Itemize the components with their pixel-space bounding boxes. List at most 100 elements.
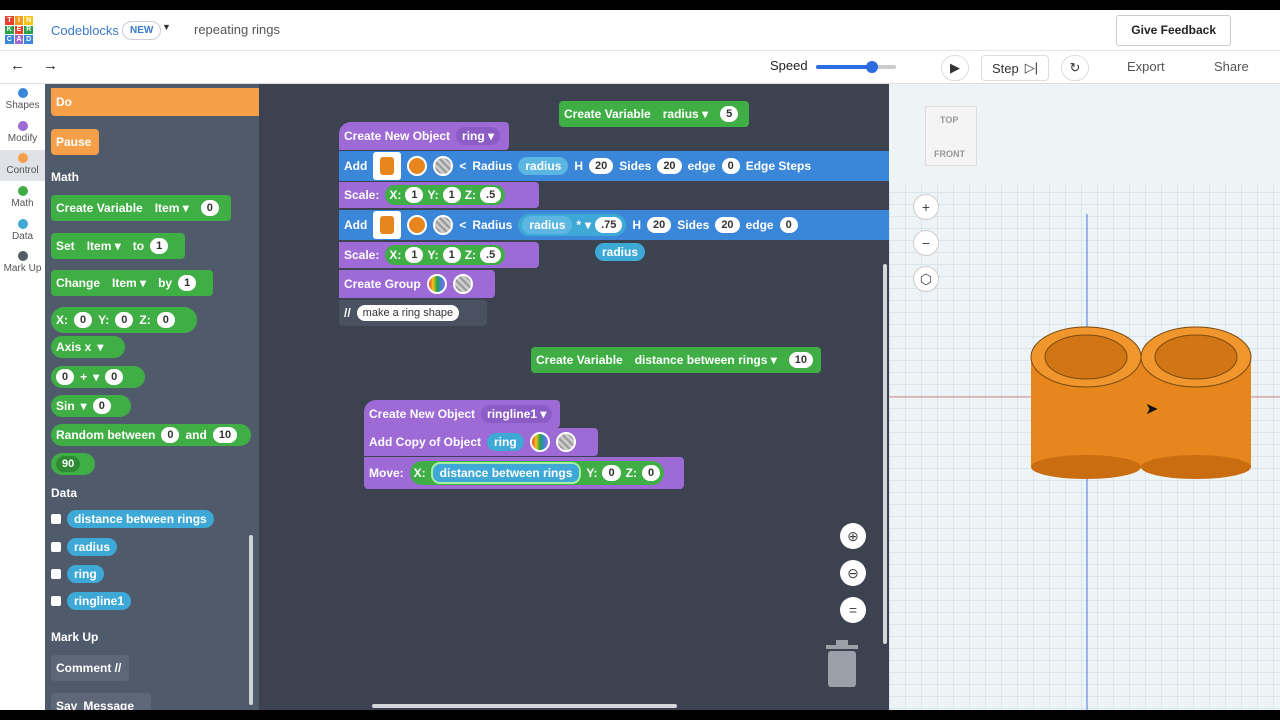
create-variable-distance-block[interactable]: Create Variable distance between rings ▾… <box>531 347 821 373</box>
multicolor-swatch[interactable] <box>426 274 447 294</box>
variable-dropdown[interactable]: Item ▾ <box>81 237 127 255</box>
data-var-row[interactable]: distance between rings <box>51 510 214 528</box>
create-group-block[interactable]: Create Group <box>339 270 495 298</box>
comment-block[interactable]: // make a ring shape <box>339 300 487 326</box>
cylinder-shape-icon[interactable] <box>373 211 402 239</box>
value-input[interactable]: 5 <box>720 106 739 122</box>
data-variable-pill[interactable]: radius <box>67 538 118 556</box>
category-shapes[interactable]: Shapes <box>0 88 45 111</box>
color-swatch-orange[interactable] <box>407 215 428 235</box>
variable-dropdown[interactable]: distance between rings ▾ <box>629 351 783 369</box>
palette-create-variable-block[interactable]: Create Variable Item ▾ 0 <box>51 195 231 221</box>
palette-scrollbar[interactable] <box>249 535 253 705</box>
pause-block[interactable]: Pause <box>51 129 99 155</box>
multiply-operator-block[interactable]: radius * ▾ .75 <box>518 214 627 236</box>
speed-slider[interactable] <box>816 61 896 73</box>
data-var-row[interactable]: ringline1 <box>51 592 132 610</box>
variable-dropdown[interactable]: Item ▾ <box>149 199 195 217</box>
palette-comment-block[interactable]: Comment // <box>51 655 129 681</box>
redo-icon[interactable]: → <box>43 57 58 74</box>
data-variable-pill[interactable]: ring <box>67 565 104 583</box>
variable-dropdown[interactable]: Item ▾ <box>106 274 152 292</box>
palette-operator-block[interactable]: 0 + ▾ 0 <box>51 366 145 388</box>
color-swatch-orange[interactable] <box>407 156 428 176</box>
category-markup[interactable]: Mark Up <box>0 251 45 274</box>
view-zoom-out-button[interactable]: − <box>913 230 939 256</box>
palette-number-block[interactable]: 90 <box>51 453 95 475</box>
category-data[interactable]: Data <box>0 219 45 242</box>
checkbox[interactable] <box>51 569 61 579</box>
ring-models[interactable] <box>1027 319 1259 479</box>
hole-swatch[interactable] <box>452 274 473 294</box>
zoom-out-button[interactable]: ⊖ <box>840 560 866 586</box>
checkbox[interactable] <box>51 596 61 606</box>
multicolor-swatch[interactable] <box>529 432 550 452</box>
chevron-left-icon[interactable]: < <box>459 159 466 173</box>
create-variable-radius-block[interactable]: Create Variable radius ▾ 5 <box>559 101 749 127</box>
data-var-row[interactable]: ring <box>51 565 104 583</box>
play-button[interactable]: ▶ <box>941 55 969 81</box>
code-workspace[interactable]: Create Variable radius ▾ 5 Create New Ob… <box>259 84 889 710</box>
hole-swatch[interactable] <box>433 156 454 176</box>
category-modify[interactable]: Modify <box>0 121 45 144</box>
data-var-row[interactable]: radius <box>51 538 118 556</box>
scale-block-1[interactable]: Scale: X: 1 Y: 1 Z: .5 <box>339 182 539 208</box>
speed-slider-handle[interactable] <box>866 61 878 73</box>
value-input[interactable]: 1 <box>178 275 197 291</box>
chevron-down-icon[interactable]: ▼ <box>162 22 171 32</box>
do-block[interactable]: Do <box>51 88 259 116</box>
project-title[interactable]: repeating rings <box>194 22 280 37</box>
zoom-reset-button[interactable]: = <box>840 597 866 623</box>
reset-button[interactable]: ↻ <box>1061 55 1089 81</box>
radius-variable-pill[interactable]: radius <box>518 157 569 175</box>
share-button[interactable]: Share <box>1214 59 1249 74</box>
palette-change-block[interactable]: Change Item ▾ by 1 <box>51 270 213 296</box>
checkbox[interactable] <box>51 542 61 552</box>
ring-variable-pill[interactable]: ring <box>487 433 524 451</box>
value-input[interactable]: 1 <box>150 238 169 254</box>
export-button[interactable]: Export <box>1127 59 1165 74</box>
palette-say-block[interactable]: Say Message <box>51 693 151 710</box>
variable-dropdown[interactable]: radius ▾ <box>657 105 714 123</box>
palette-random-block[interactable]: Random between 0 and 10 <box>51 424 251 446</box>
chevron-down-icon[interactable]: ▾ <box>97 340 103 354</box>
scale-block-2[interactable]: Scale: X: 1 Y: 1 Z: .5 <box>339 242 539 268</box>
view-zoom-in-button[interactable]: + <box>913 194 939 220</box>
add-cylinder-block-2[interactable]: Add < Radius radius * ▾ .75 H 20 Sides 20 e… <box>339 210 889 240</box>
object-dropdown[interactable]: ringline1 ▾ <box>481 405 553 423</box>
data-variable-pill[interactable]: distance between rings <box>67 510 214 528</box>
app-name[interactable]: Codeblocks <box>51 23 119 38</box>
add-copy-block[interactable]: Add Copy of Object ring <box>364 428 598 456</box>
zoom-in-button[interactable]: ⊕ <box>840 523 866 549</box>
checkbox[interactable] <box>51 514 61 524</box>
move-block[interactable]: Move: X: distance between rings Y: 0 Z: 0 <box>364 457 684 489</box>
palette-sin-block[interactable]: Sin ▾ 0 <box>51 395 131 417</box>
category-control[interactable]: Control <box>0 150 45 181</box>
comment-input[interactable]: make a ring shape <box>356 305 460 321</box>
floating-radius-pill[interactable]: radius <box>595 243 646 261</box>
tinkercad-logo[interactable]: TIN KER CAD <box>5 16 33 44</box>
palette-axis-block[interactable]: Axis x ▾ <box>51 336 125 358</box>
workspace-vertical-scrollbar[interactable] <box>883 264 887 644</box>
object-dropdown[interactable]: ring ▾ <box>456 127 501 145</box>
palette-set-block[interactable]: Set Item ▾ to 1 <box>51 233 185 259</box>
value-input[interactable]: 0 <box>200 200 219 216</box>
data-variable-pill[interactable]: ringline1 <box>67 592 132 610</box>
chevron-left-icon[interactable]: < <box>459 218 466 232</box>
create-object-ringline-block[interactable]: Create New Object ringline1 ▾ <box>364 400 560 428</box>
hole-swatch[interactable] <box>433 215 454 235</box>
give-feedback-button[interactable]: Give Feedback <box>1116 15 1231 46</box>
step-button[interactable]: Step ▷| <box>981 55 1049 81</box>
category-math[interactable]: Math <box>0 186 45 209</box>
3d-viewport[interactable]: TOP FRONT + − ⬡ ➤ <box>889 84 1280 710</box>
hole-swatch[interactable] <box>555 432 576 452</box>
add-cylinder-block-1[interactable]: Add < Radius radius H 20 Sides 20 edge 0 Ed… <box>339 151 889 181</box>
view-home-button[interactable]: ⬡ <box>913 266 939 292</box>
palette-xyz-block[interactable]: X: 0 Y: 0 Z: 0 <box>51 307 197 333</box>
undo-icon[interactable]: ← <box>10 57 25 74</box>
value-input[interactable]: 10 <box>788 352 814 368</box>
create-object-ring-block[interactable]: Create New Object ring ▾ <box>339 122 509 150</box>
workspace-horizontal-scrollbar[interactable] <box>372 704 677 708</box>
trash-icon[interactable] <box>822 637 862 689</box>
view-cube[interactable]: TOP FRONT <box>925 106 977 166</box>
